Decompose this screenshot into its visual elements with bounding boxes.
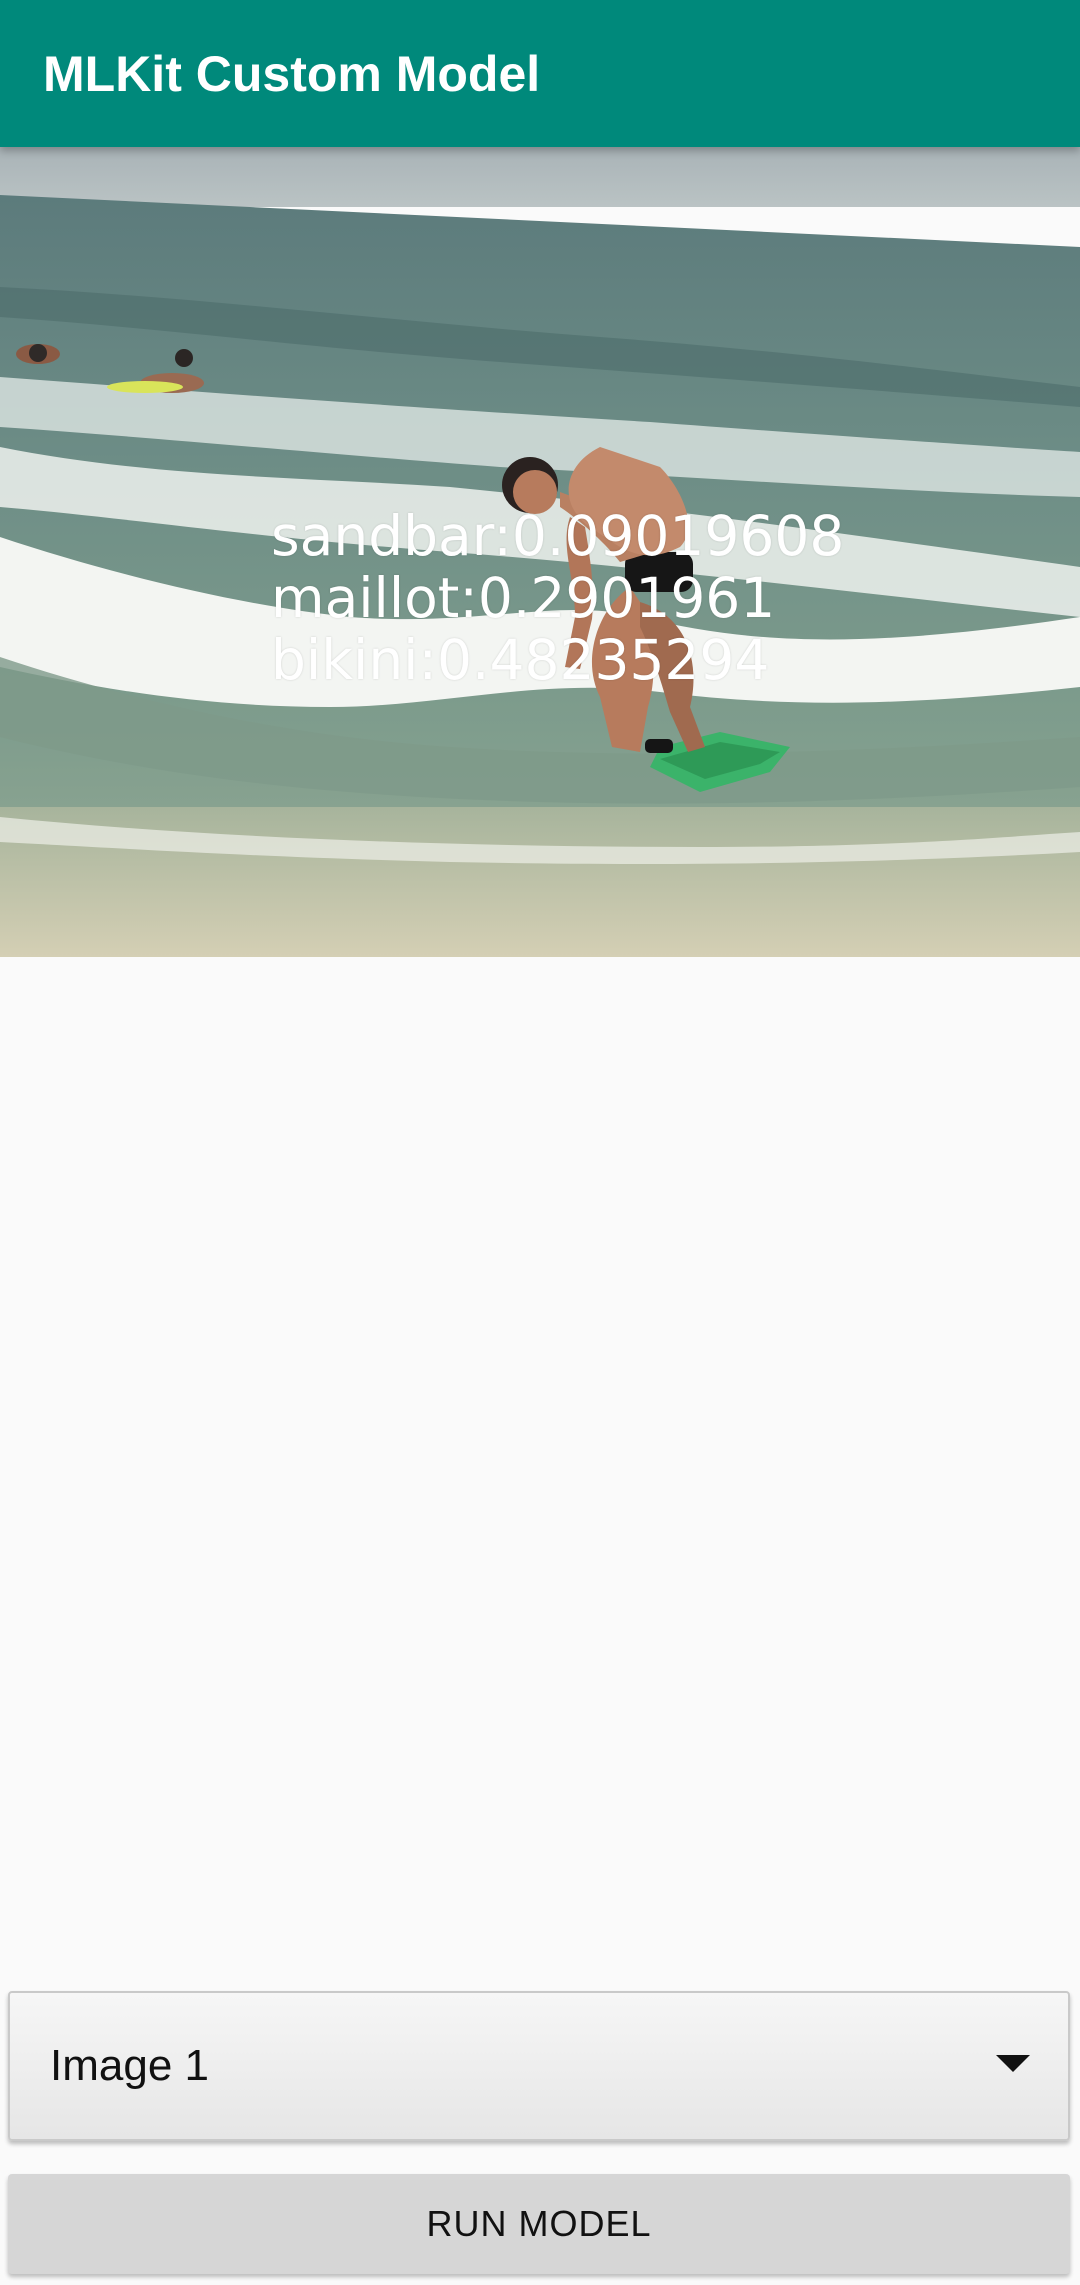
spinner-selected-value: Image 1: [50, 2041, 209, 2090]
image-selector-spinner[interactable]: Image 1: [8, 1991, 1070, 2141]
run-model-button[interactable]: RUN MODEL: [8, 2174, 1070, 2274]
result-line: bikini:0.48235294: [271, 628, 770, 692]
classification-results: sandbar:0.09019608 maillot:0.2901961 bik…: [271, 505, 844, 691]
app-bar: MLKit Custom Model: [0, 0, 1080, 147]
dropdown-arrow-icon: [996, 2055, 1030, 2072]
result-line: maillot:0.2901961: [271, 566, 776, 630]
result-line: sandbar:0.09019608: [271, 504, 845, 568]
app-title: MLKit Custom Model: [43, 46, 541, 102]
